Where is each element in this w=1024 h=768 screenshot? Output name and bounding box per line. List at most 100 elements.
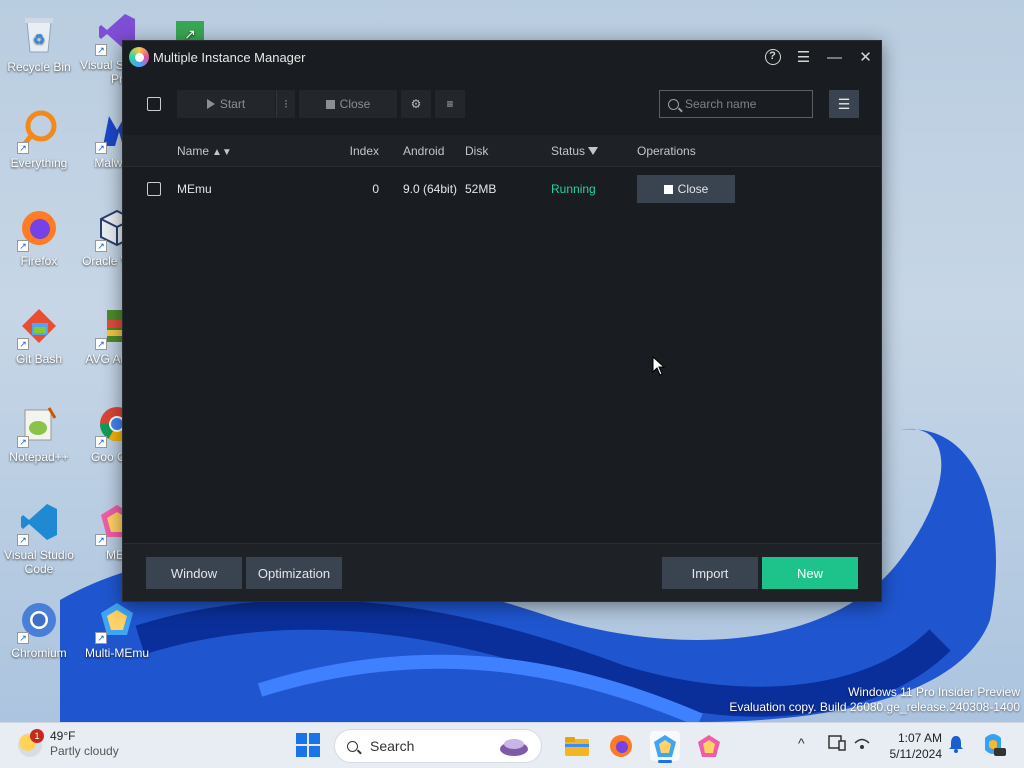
hamburger-icon: ☰ — [796, 49, 811, 66]
search-icon — [668, 98, 679, 110]
gear-icon: ⚙ — [410, 97, 422, 111]
svg-text:♻: ♻ — [33, 31, 46, 47]
row-checkbox[interactable] — [147, 182, 161, 196]
taskbar-multi-memu[interactable] — [650, 731, 680, 763]
close-selected-button[interactable]: Close — [299, 90, 397, 118]
select-all-checkbox[interactable] — [147, 97, 161, 111]
instance-operations: Close — [637, 175, 757, 203]
close-icon: ✕ — [859, 49, 872, 66]
taskbar-firefox[interactable] — [606, 731, 636, 761]
desktop-icon-chromium[interactable]: ↗ Chromium — [0, 596, 78, 660]
desktop-icon-label: Multi-MEmu — [84, 646, 149, 660]
search-box[interactable] — [659, 90, 813, 118]
taskbar: 1 49°F Partly cloudy Search ^ 1:07 AM 5/… — [0, 722, 1024, 768]
tray-device-icon[interactable] — [828, 735, 846, 754]
desktop-icon-label: Notepad++ — [9, 450, 69, 464]
taskbar-clock[interactable]: 1:07 AM 5/11/2024 — [884, 730, 943, 762]
multiple-instance-manager-window: Multiple Instance Manager ? ☰ — ✕ Start … — [122, 40, 882, 602]
copilot-icon[interactable] — [980, 732, 1006, 761]
tray-chevron-icon[interactable]: ^ — [798, 735, 805, 751]
new-instance-button[interactable]: New — [762, 557, 858, 589]
watermark-line-2: Evaluation copy. Build 26080.ge_release.… — [729, 700, 1020, 714]
start-options-button[interactable]: ⁝ — [276, 90, 295, 118]
settings-button[interactable]: ⚙ — [401, 90, 431, 118]
tray-network-icon[interactable] — [853, 735, 871, 754]
window-title: Multiple Instance Manager — [153, 49, 306, 65]
weather-temperature: 49°F — [50, 729, 76, 743]
instance-disk: 52MB — [465, 182, 497, 196]
taskbar-memu[interactable] — [694, 731, 724, 761]
desktop-icon-recycle-bin[interactable]: ♻ Recycle Bin — [0, 10, 78, 74]
notification-bell-icon[interactable] — [948, 735, 964, 756]
desktop-icon-notepad-plus-plus[interactable]: ↗ Notepad++ — [0, 400, 78, 464]
desktop-icon-everything[interactable]: ↗ Everything — [0, 106, 78, 170]
desktop-icon-label: Everything — [10, 156, 68, 170]
notepad-plus-plus-icon: ↗ — [15, 400, 63, 448]
instance-status: Running — [551, 182, 596, 196]
search-icon — [347, 740, 358, 752]
instance-close-label: Close — [677, 182, 709, 196]
more-vertical-icon: ⁝ — [284, 97, 288, 111]
start-button[interactable]: Start — [177, 90, 275, 118]
column-name-label: Name — [177, 143, 210, 158]
git-bash-icon: ↗ — [15, 302, 63, 350]
filter-icon[interactable] — [588, 147, 599, 156]
column-status-label: Status — [551, 143, 586, 158]
firefox-icon: ↗ — [15, 204, 63, 252]
close-window-button[interactable]: ✕ — [850, 41, 881, 73]
desktop-icon-firefox[interactable]: ↗ Firefox — [0, 204, 78, 268]
play-icon — [206, 99, 215, 109]
table-row[interactable]: MEmu 0 9.0 (64bit) 52MB Running Close — [123, 167, 881, 211]
taskbar-search[interactable]: Search — [334, 729, 542, 763]
mouse-cursor-icon — [652, 355, 666, 381]
firefox-icon — [610, 735, 632, 757]
app-logo-icon — [129, 47, 149, 67]
instance-android: 9.0 (64bit) — [403, 182, 458, 196]
notification-badge: 1 — [30, 729, 44, 743]
list-icon: ≡ — [446, 97, 454, 111]
import-button[interactable]: Import — [662, 557, 758, 589]
everything-search-icon: ↗ — [15, 106, 63, 154]
column-status[interactable]: Status — [551, 144, 637, 158]
desktop-icon-vscode[interactable]: ↗ Visual Studio Code — [0, 498, 78, 576]
list-view-button[interactable]: ☰ — [829, 90, 859, 118]
chromium-icon: ↗ — [15, 596, 63, 644]
desktop-icon-label: Visual Studio Code — [4, 548, 74, 576]
desktop-icon-multi-memu[interactable]: ↗ Multi-MEmu — [78, 596, 156, 660]
start-button-windows-icon[interactable] — [296, 733, 320, 757]
instance-index: 0 — [372, 182, 379, 196]
instance-close-button[interactable]: Close — [637, 175, 735, 203]
row-checkbox-cell — [123, 182, 177, 196]
help-button[interactable]: ? — [757, 41, 788, 73]
title-bar[interactable]: Multiple Instance Manager ? ☰ — ✕ — [123, 41, 881, 73]
sort-icon: ▲▼ — [212, 146, 232, 158]
column-name[interactable]: Name ▲▼ — [177, 144, 343, 158]
search-input[interactable] — [685, 97, 805, 111]
vscode-icon: ↗ — [15, 498, 63, 546]
batch-menu-button[interactable]: ≡ — [435, 90, 465, 118]
memu-icon — [698, 735, 720, 757]
multi-memu-icon — [654, 735, 676, 757]
optimization-button[interactable]: Optimization — [246, 557, 342, 589]
desktop-icon-label: Firefox — [20, 254, 58, 268]
column-disk: Disk — [465, 143, 489, 158]
menu-button[interactable]: ☰ — [788, 41, 819, 73]
list-view-icon: ☰ — [837, 95, 851, 112]
window-button[interactable]: Window — [146, 557, 242, 589]
search-highlight-icon — [497, 734, 531, 761]
close-label: Close — [339, 97, 371, 111]
weather-widget[interactable]: 1 49°F Partly cloudy — [18, 729, 119, 759]
stop-icon — [663, 184, 673, 194]
taskbar-search-label: Search — [370, 738, 415, 754]
desktop-icon-git-bash[interactable]: ↗ Git Bash — [0, 302, 78, 366]
minimize-button[interactable]: — — [819, 41, 850, 73]
watermark-line-1: Windows 11 Pro Insider Preview — [848, 685, 1020, 699]
stop-icon — [325, 99, 335, 109]
taskbar-file-explorer[interactable] — [562, 731, 592, 761]
start-label: Start — [219, 97, 246, 111]
desktop-icon-label: Recycle Bin — [7, 60, 71, 74]
column-index: Index — [349, 143, 379, 158]
windows-watermark: Windows 11 Pro Insider Preview Evaluatio… — [729, 685, 1020, 715]
table-header: Name ▲▼ Index Android Disk Status Operati… — [123, 135, 881, 167]
column-android: Android — [403, 143, 445, 158]
